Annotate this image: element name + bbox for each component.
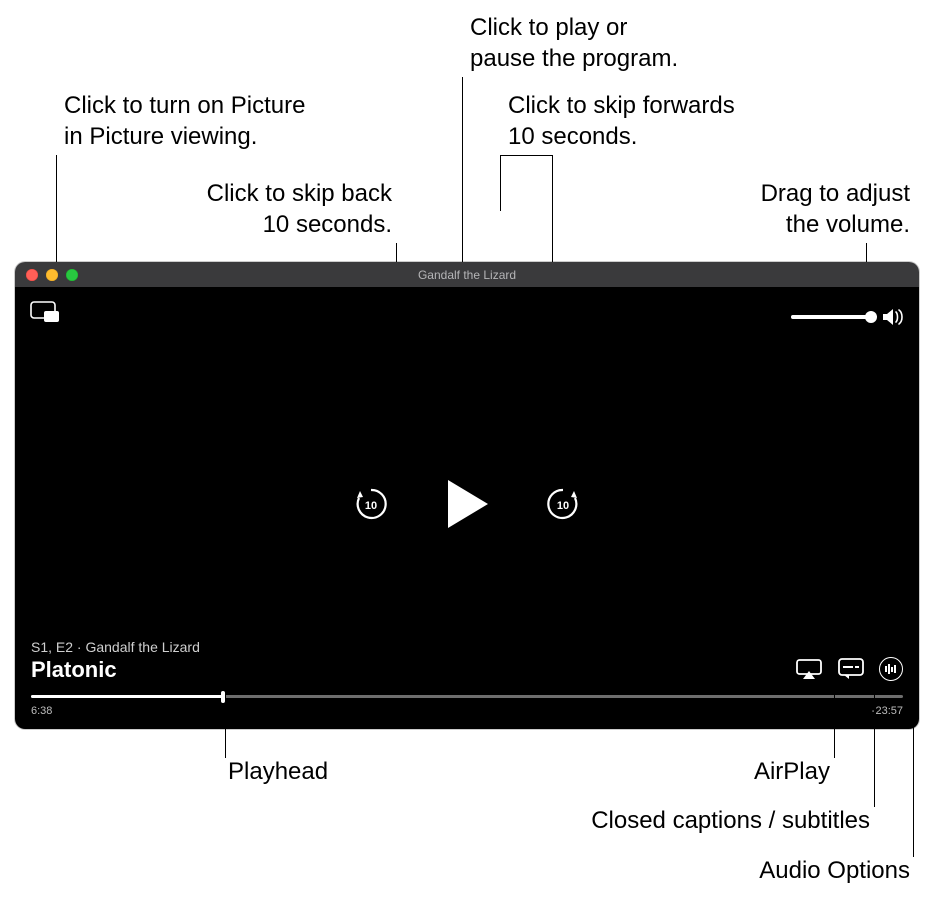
volume-slider-track[interactable] <box>791 315 871 319</box>
skip-back-10-icon: 10 <box>353 486 389 522</box>
show-title: Platonic <box>31 657 200 683</box>
leader-line <box>500 155 501 211</box>
callout-pip: Click to turn on Picturein Picture viewi… <box>64 90 384 152</box>
pip-button[interactable] <box>29 301 61 323</box>
episode-info: S1, E2 · Gandalf the Lizard <box>31 639 200 655</box>
time-elapsed: 6:38 <box>31 705 52 717</box>
window-minimize-button[interactable] <box>46 269 58 281</box>
svg-text:10: 10 <box>365 500 377 512</box>
callout-play: Click to play orpause the program. <box>470 12 760 74</box>
callout-skip-forward: Click to skip forwards10 seconds. <box>508 90 798 152</box>
window-close-button[interactable] <box>26 269 38 281</box>
callout-volume: Drag to adjustthe volume. <box>640 178 910 240</box>
airplay-button[interactable] <box>795 658 823 680</box>
player-window: Gandalf the Lizard <box>15 262 919 729</box>
video-area[interactable]: 10 10 <box>15 287 919 729</box>
svg-text:10: 10 <box>557 500 569 512</box>
window-maximize-button[interactable] <box>66 269 78 281</box>
volume-slider-fill <box>791 315 871 319</box>
audio-options-icon <box>884 662 898 676</box>
airplay-icon <box>796 659 822 679</box>
play-pause-button[interactable] <box>442 477 492 531</box>
callout-captions: Closed captions / subtitles <box>500 805 870 836</box>
scrubber-progress <box>31 695 223 698</box>
scrubber[interactable] <box>31 691 903 701</box>
callout-airplay: AirPlay <box>620 756 830 787</box>
window-title: Gandalf the Lizard <box>15 268 919 282</box>
volume-control[interactable] <box>791 307 905 327</box>
captions-button[interactable] <box>837 658 865 680</box>
window-titlebar: Gandalf the Lizard <box>15 262 919 287</box>
leader-line <box>500 155 552 156</box>
skip-forward-10-button[interactable]: 10 <box>544 485 582 523</box>
skip-forward-10-icon: 10 <box>545 486 581 522</box>
leader-line <box>834 680 835 758</box>
leader-line <box>225 688 226 758</box>
captions-icon <box>838 658 864 680</box>
callout-audio-options: Audio Options <box>620 855 910 886</box>
volume-slider-knob[interactable] <box>865 311 877 323</box>
callout-skip-back: Click to skip back10 seconds. <box>122 178 392 240</box>
pip-icon <box>30 301 60 323</box>
play-icon <box>442 477 492 531</box>
leader-line <box>913 680 914 857</box>
time-remaining: -23:57 <box>872 705 903 717</box>
audio-options-button[interactable] <box>879 657 903 681</box>
center-playback-controls: 10 10 <box>15 477 919 531</box>
leader-line <box>874 680 875 807</box>
speaker-icon <box>881 307 905 327</box>
callout-playhead: Playhead <box>228 756 328 787</box>
skip-back-10-button[interactable]: 10 <box>352 485 390 523</box>
